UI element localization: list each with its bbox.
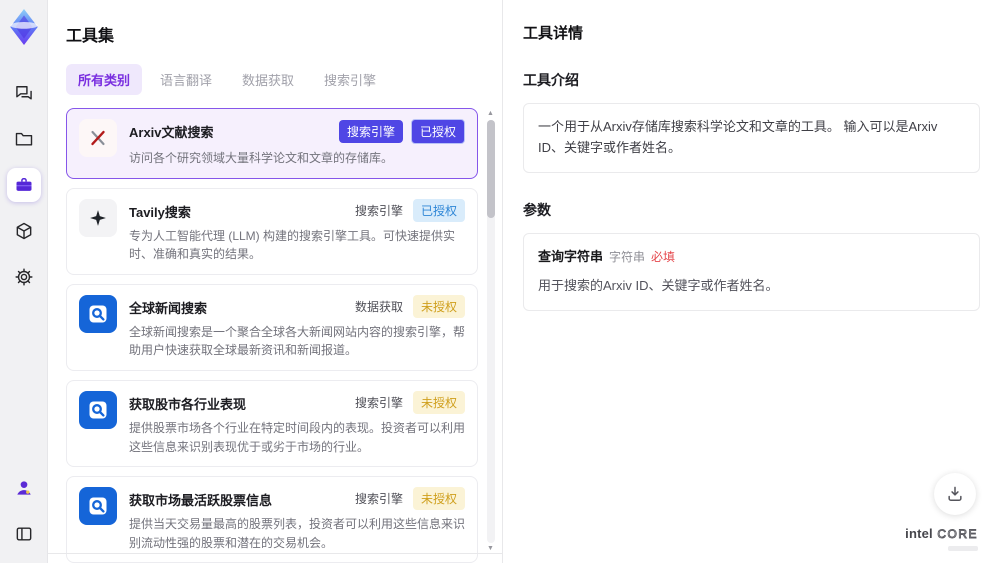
download-button[interactable]: [934, 473, 976, 515]
tool-description: 提供当天交易量最高的股票列表，投资者可以利用这些信息来识别流动性强的股票和潜在的…: [129, 517, 466, 550]
sidebar-nav: [6, 76, 41, 294]
scroll-up-arrow-icon[interactable]: ▲: [487, 110, 494, 118]
auth-status-badge: 已授权: [412, 198, 465, 222]
tab-language-translation[interactable]: 语言翻译: [148, 64, 224, 95]
tool-card[interactable]: 获取市场最活跃股票信息 搜索引擎 未授权 提供当天交易量最高的股票列表，投资者可…: [66, 476, 478, 563]
param-name: 查询字符串: [538, 248, 604, 264]
panel-toggle-icon: [16, 527, 31, 541]
tool-description: 专为人工智能代理 (LLM) 构建的搜索引擎工具。可快速提供实时、准确和真实的结…: [129, 228, 456, 262]
tool-detail-panel: 工具详情 工具介绍 一个用于从Arxiv存储库搜索科学论文和文章的工具。 输入可…: [502, 0, 1000, 563]
tab-search-engine[interactable]: 搜索引擎: [312, 64, 388, 95]
user-icon: [16, 481, 31, 495]
sidebar-item-panel-toggle[interactable]: [7, 517, 41, 551]
tab-data-acquisition[interactable]: 数据获取: [230, 64, 306, 95]
tool-name: 获取市场最活跃股票信息: [129, 493, 273, 509]
brand-core-text: CORE: [937, 527, 978, 542]
chat-icon: [15, 86, 32, 100]
param-required-flag: 必填: [651, 249, 676, 264]
category-badge: 搜索引擎: [354, 203, 403, 218]
sidebar-item-chat[interactable]: [7, 76, 41, 110]
tool-card[interactable]: 全球新闻搜索 数据获取 未授权 全球新闻搜索是一个聚合全球各大新闻网站内容的搜索…: [66, 283, 478, 371]
tool-list-panel: 工具集 所有类别 语言翻译 数据获取 搜索引擎 Arxiv文献搜索 搜索引擎 已…: [48, 0, 502, 563]
tool-description: 访问各个研究领域大量科学论文和文章的存储库。: [129, 151, 394, 165]
scroll-down-arrow-icon[interactable]: ▼: [487, 545, 494, 553]
category-badge: 搜索引擎: [354, 395, 403, 410]
tool-name: Tavily搜索: [129, 204, 191, 220]
stock-search-app-icon: [89, 497, 107, 515]
sidebar-item-account[interactable]: [7, 471, 41, 505]
tool-icon-box: [79, 487, 117, 526]
folder-icon: [15, 132, 32, 146]
panel-bottom-divider: [48, 553, 502, 554]
gem-logo-icon: [9, 9, 38, 45]
category-badge: 数据获取: [354, 299, 403, 314]
category-tabs: 所有类别 语言翻译 数据获取 搜索引擎: [66, 64, 496, 95]
category-badge: 搜索引擎: [338, 120, 403, 143]
intro-heading: 工具介绍: [523, 72, 579, 88]
cube-icon: [16, 222, 31, 240]
arxiv-x-icon: [91, 130, 105, 146]
tool-card[interactable]: Arxiv文献搜索 搜索引擎 已授权 访问各个研究领域大量科学论文和文章的存储库…: [66, 108, 478, 179]
list-scrollbar[interactable]: ▲ ▼: [486, 110, 495, 553]
briefcase-icon: [16, 178, 31, 191]
tool-name: Arxiv文献搜索: [129, 125, 214, 140]
tool-icon-box: [79, 119, 117, 157]
detail-title: 工具详情: [523, 25, 584, 42]
tool-card[interactable]: Tavily搜索 搜索引擎 已授权 专为人工智能代理 (LLM) 构建的搜索引擎…: [66, 187, 478, 275]
tool-icon-box: [79, 390, 117, 429]
param-box: 查询字符串 字符串 必填 用于搜索的Arxiv ID、关键字或作者姓名。: [523, 232, 980, 312]
tool-list: Arxiv文献搜索 搜索引擎 已授权 访问各个研究领域大量科学论文和文章的存储库…: [66, 108, 496, 563]
params-heading: 参数: [523, 201, 551, 218]
param-description: 用于搜索的Arxiv ID、关键字或作者姓名。: [538, 278, 779, 294]
auth-status-badge: 未授权: [412, 487, 465, 511]
sidebar-bottom: [7, 471, 41, 551]
brand-subtext-mark: [948, 546, 978, 551]
tool-name: 全球新闻搜索: [129, 300, 208, 316]
gear-icon: [14, 268, 33, 286]
sidebar-item-settings[interactable]: [7, 260, 41, 294]
intel-core-logo: intel CORE: [905, 525, 978, 551]
tool-icon-box: [79, 198, 117, 237]
intro-text: 一个用于从Arxiv存储库搜索科学论文和文章的工具。 输入可以是Arxiv ID…: [538, 119, 938, 155]
app-logo: [7, 8, 41, 46]
category-badge: 搜索引擎: [354, 492, 403, 507]
tool-icon-box: [79, 294, 117, 333]
intro-box: 一个用于从Arxiv存储库搜索科学论文和文章的工具。 输入可以是Arxiv ID…: [523, 103, 980, 173]
tool-description: 全球新闻搜索是一个聚合全球各大新闻网站内容的搜索引擎，帮助用户快速获取全球最新资…: [129, 324, 466, 358]
tab-all-categories[interactable]: 所有类别: [66, 64, 143, 95]
sidebar-item-tools[interactable]: [6, 168, 41, 202]
tool-card[interactable]: 获取股市各行业表现 搜索引擎 未授权 提供股票市场各个行业在特定时间段内的表现。…: [66, 379, 478, 468]
tool-description: 提供股票市场各个行业在特定时间段内的表现。投资者可以利用这些信息来识别表现优于或…: [129, 420, 466, 454]
param-type: 字符串: [609, 249, 646, 264]
page-title: 工具集: [66, 28, 115, 45]
sidebar-item-plugins[interactable]: [7, 214, 41, 248]
download-icon: [948, 486, 962, 501]
scrollbar-thumb[interactable]: [486, 120, 495, 218]
auth-status-badge: 未授权: [412, 390, 465, 414]
auth-status-badge: 未授权: [412, 294, 465, 318]
news-search-app-icon: [89, 305, 107, 323]
brand-intel-text: intel: [905, 526, 933, 541]
sidebar-item-files[interactable]: [7, 122, 41, 156]
tool-name: 获取股市各行业表现: [129, 396, 247, 412]
scrollbar-track[interactable]: [486, 120, 495, 543]
tavily-star-icon: [90, 209, 106, 226]
stock-search-app-icon: [89, 401, 107, 419]
auth-status-badge: 已授权: [410, 119, 465, 144]
app-sidebar: [0, 0, 48, 563]
